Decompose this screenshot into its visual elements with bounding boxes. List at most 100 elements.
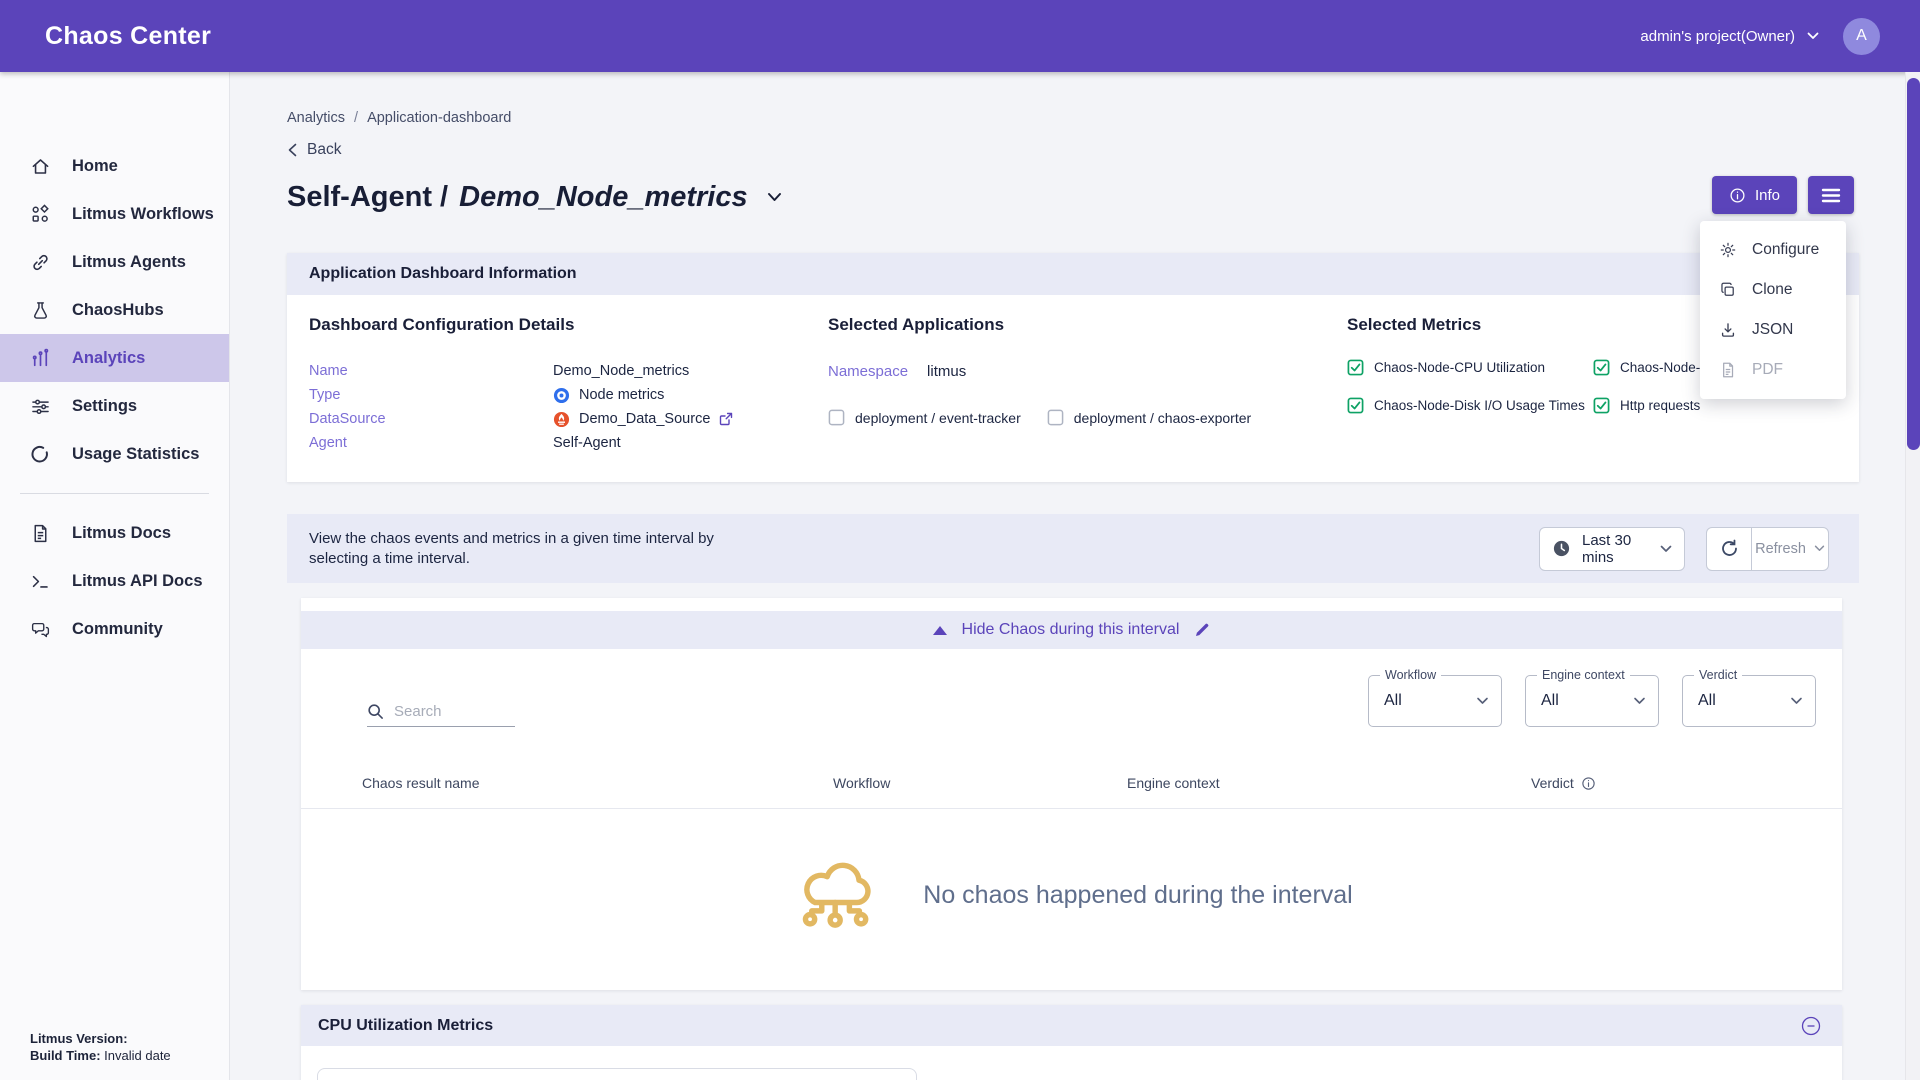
config-value: Node metrics	[553, 387, 664, 404]
vertical-scrollbar[interactable]	[1905, 72, 1920, 1080]
refresh-interval-select[interactable]: Refresh	[1752, 527, 1829, 571]
refresh-now-button[interactable]	[1706, 527, 1752, 571]
checkbox-event-tracker[interactable]: deployment / event-tracker	[828, 409, 1021, 426]
chaos-center-app: Chaos Center admin's project(Owner) A Ho…	[0, 0, 1920, 1080]
time-range-select[interactable]: Last 30 mins	[1539, 527, 1685, 571]
config-label: Name	[309, 363, 553, 379]
cpu-metrics-header: CPU Utilization Metrics	[301, 1005, 1842, 1046]
info-circle-icon	[1729, 187, 1746, 204]
main-content: Analytics / Application-dashboard Back S…	[230, 72, 1920, 1080]
chevron-left-icon	[287, 143, 298, 157]
options-dropdown-menu: Configure Clone JSON PDF	[1700, 221, 1846, 399]
search-input[interactable]	[394, 703, 504, 720]
more-options-button[interactable]	[1808, 176, 1854, 214]
dashboard-info-panel: Application Dashboard Information Dashbo…	[287, 253, 1859, 482]
sidebar-item-chaoshubs[interactable]: ChaosHubs	[0, 286, 229, 334]
avatar[interactable]: A	[1843, 18, 1880, 55]
usage-statistics-icon	[30, 444, 51, 465]
home-icon	[30, 156, 51, 177]
top-header: Chaos Center admin's project(Owner) A	[0, 0, 1920, 72]
chevron-down-icon	[1807, 32, 1819, 40]
sidebar-item-litmus-api-docs[interactable]: Litmus API Docs	[0, 557, 229, 605]
page-title-dashboard: Demo_Node_metrics	[459, 181, 748, 214]
sidebar-item-settings[interactable]: Settings	[0, 382, 229, 430]
scrollbar-thumb[interactable]	[1907, 78, 1920, 450]
chevron-down-icon	[1790, 697, 1803, 705]
external-link-icon[interactable]	[719, 412, 733, 426]
sidebar-item-home[interactable]: Home	[0, 142, 229, 190]
sidebar-item-label: Community	[72, 620, 163, 639]
back-button[interactable]: Back	[287, 141, 1920, 159]
checkbox-checked-icon	[1347, 359, 1364, 376]
sidebar-footer: Litmus Version: Build Time: Invalid date	[30, 1030, 171, 1064]
hide-chaos-toggle[interactable]: Hide Chaos during this interval	[301, 611, 1842, 649]
column-workflow: Workflow	[833, 775, 1127, 791]
workflow-filter-value: All	[1384, 692, 1476, 710]
checkbox-checked-icon	[1593, 397, 1610, 414]
docs-icon	[30, 523, 51, 544]
sidebar-divider	[20, 493, 209, 494]
checkbox-disk-io-times[interactable]: Chaos-Node-Disk I/O Usage Times	[1347, 397, 1593, 414]
clone-icon	[1719, 281, 1737, 299]
edit-pencil-icon[interactable]	[1194, 622, 1210, 638]
analytics-icon	[30, 348, 51, 369]
info-button[interactable]: Info	[1712, 176, 1797, 214]
sidebar-item-label: Litmus API Docs	[72, 572, 203, 591]
workflow-filter-label: Workflow	[1380, 668, 1441, 682]
menu-item-configure[interactable]: Configure	[1700, 230, 1846, 270]
configuration-details-title: Dashboard Configuration Details	[309, 315, 828, 335]
hide-chaos-label: Hide Chaos during this interval	[962, 621, 1180, 639]
collapse-minus-icon[interactable]	[1800, 1015, 1822, 1037]
checkbox-http-requests[interactable]: Http requests	[1593, 397, 1859, 414]
config-row-agent: Agent Self-Agent	[309, 431, 828, 455]
engine-context-filter-select[interactable]: Engine context All	[1525, 675, 1659, 727]
workflow-filter-select[interactable]: Workflow All	[1368, 675, 1502, 727]
search-icon	[367, 703, 384, 720]
hamburger-menu-icon	[1821, 188, 1841, 203]
sidebar-item-litmus-docs[interactable]: Litmus Docs	[0, 509, 229, 557]
config-row-datasource: DataSource Demo_Data_Source	[309, 407, 828, 431]
namespace-label: Namespace	[828, 363, 908, 380]
empty-message: No chaos happened during the interval	[923, 881, 1352, 910]
verdict-filter-value: All	[1698, 692, 1790, 710]
sidebar-item-litmus-workflows[interactable]: Litmus Workflows	[0, 190, 229, 238]
sidebar-item-litmus-agents[interactable]: Litmus Agents	[0, 238, 229, 286]
workflows-icon	[30, 204, 51, 225]
dashboard-info-body: Dashboard Configuration Details Name Dem…	[287, 295, 1859, 455]
checkbox-chaos-exporter[interactable]: deployment / chaos-exporter	[1047, 409, 1251, 426]
menu-item-pdf[interactable]: PDF	[1700, 350, 1846, 390]
config-datasource-text: Demo_Data_Source	[579, 411, 710, 427]
checkbox-cpu-utilization[interactable]: Chaos-Node-CPU Utilization	[1347, 359, 1593, 376]
sidebar-item-label: Litmus Agents	[72, 253, 186, 272]
breadcrumb-analytics[interactable]: Analytics	[287, 110, 345, 126]
dashboard-info-header: Application Dashboard Information	[287, 253, 1859, 295]
menu-item-clone[interactable]: Clone	[1700, 270, 1846, 310]
time-range-value: Last 30 mins	[1582, 532, 1649, 566]
checkbox-label: Chaos-Node-CPU Utilization	[1374, 360, 1545, 375]
chevron-down-icon	[1814, 545, 1825, 552]
sidebar-item-label: Litmus Workflows	[72, 205, 214, 224]
sidebar-item-label: Home	[72, 157, 118, 176]
community-icon	[30, 619, 51, 640]
breadcrumb-application-dashboard[interactable]: Application-dashboard	[367, 110, 511, 126]
menu-item-json[interactable]: JSON	[1700, 310, 1846, 350]
time-interval-description: View the chaos events and metrics in a g…	[309, 529, 754, 569]
sidebar-item-label: Settings	[72, 397, 137, 416]
engine-context-filter-label: Engine context	[1537, 668, 1630, 682]
sidebar-item-analytics[interactable]: Analytics	[0, 334, 229, 382]
config-type-text: Node metrics	[579, 387, 664, 403]
menu-item-label: Clone	[1752, 281, 1793, 299]
cloud-network-icon	[790, 851, 882, 939]
sidebar-item-label: Analytics	[72, 349, 145, 368]
agents-icon	[30, 252, 51, 273]
sidebar-item-community[interactable]: Community	[0, 605, 229, 653]
info-circle-icon[interactable]	[1581, 776, 1596, 791]
verdict-filter-select[interactable]: Verdict All	[1682, 675, 1816, 727]
checkbox-checked-icon	[1593, 359, 1610, 376]
project-selector[interactable]: admin's project(Owner)	[1640, 28, 1819, 45]
time-interval-bar: View the chaos events and metrics in a g…	[287, 514, 1859, 583]
dashboard-switcher-chevron-icon[interactable]	[767, 192, 782, 202]
sidebar-item-usage-statistics[interactable]: Usage Statistics	[0, 430, 229, 478]
breadcrumb-separator: /	[354, 110, 358, 126]
column-verdict-label: Verdict	[1531, 775, 1574, 791]
